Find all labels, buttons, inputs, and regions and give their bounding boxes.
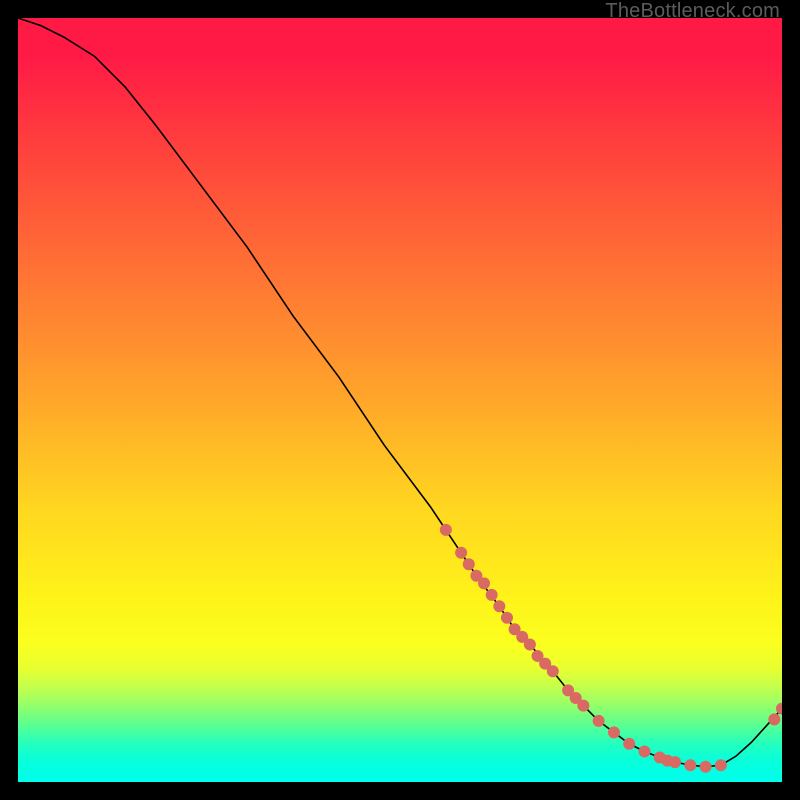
data-point	[776, 703, 782, 715]
data-point	[638, 745, 650, 757]
data-point	[478, 577, 490, 589]
data-point	[463, 558, 475, 570]
data-point	[608, 726, 620, 738]
data-point	[440, 524, 452, 536]
chart-frame: TheBottleneck.com	[0, 0, 800, 800]
data-point	[700, 761, 712, 773]
data-point	[486, 589, 498, 601]
data-point	[455, 547, 467, 559]
data-point	[524, 638, 536, 650]
bottleneck-curve	[18, 18, 782, 767]
data-point	[547, 665, 559, 677]
data-point	[684, 759, 696, 771]
data-point	[715, 759, 727, 771]
data-point	[501, 612, 513, 624]
plot-area	[18, 18, 782, 782]
scatter-points	[440, 524, 782, 773]
data-point	[669, 756, 681, 768]
overlay-svg	[18, 18, 782, 782]
data-point	[768, 713, 780, 725]
data-point	[577, 700, 589, 712]
data-point	[493, 600, 505, 612]
data-point	[593, 715, 605, 727]
data-point	[623, 738, 635, 750]
